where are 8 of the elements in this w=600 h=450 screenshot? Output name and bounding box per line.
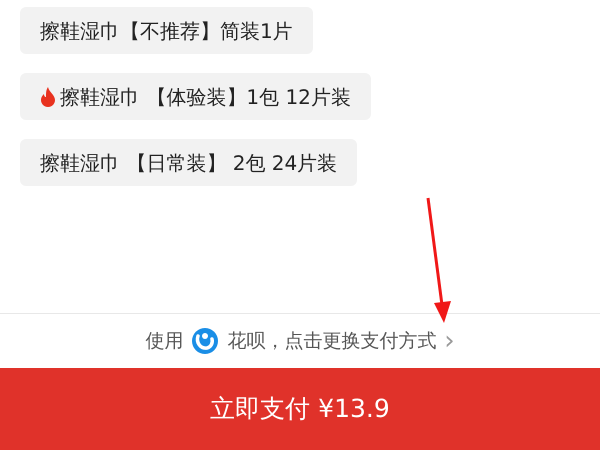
use-label: 使用 xyxy=(145,328,184,354)
chevron-icon: › xyxy=(444,328,455,354)
option-button[interactable]: 擦鞋湿巾 【体验装】1包 12片装 xyxy=(20,73,371,120)
payment-logo-icon xyxy=(191,327,220,355)
option-button[interactable]: 擦鞋湿巾【不推荐】简装1片 xyxy=(20,7,313,54)
change-payment-link[interactable]: 花呗，点击更换支付方式 xyxy=(227,326,436,356)
pay-now-button[interactable]: 立即支付 ¥13.9 xyxy=(0,368,600,450)
option-button[interactable]: 擦鞋湿巾 【日常装】 2包 24片装 xyxy=(20,139,358,186)
